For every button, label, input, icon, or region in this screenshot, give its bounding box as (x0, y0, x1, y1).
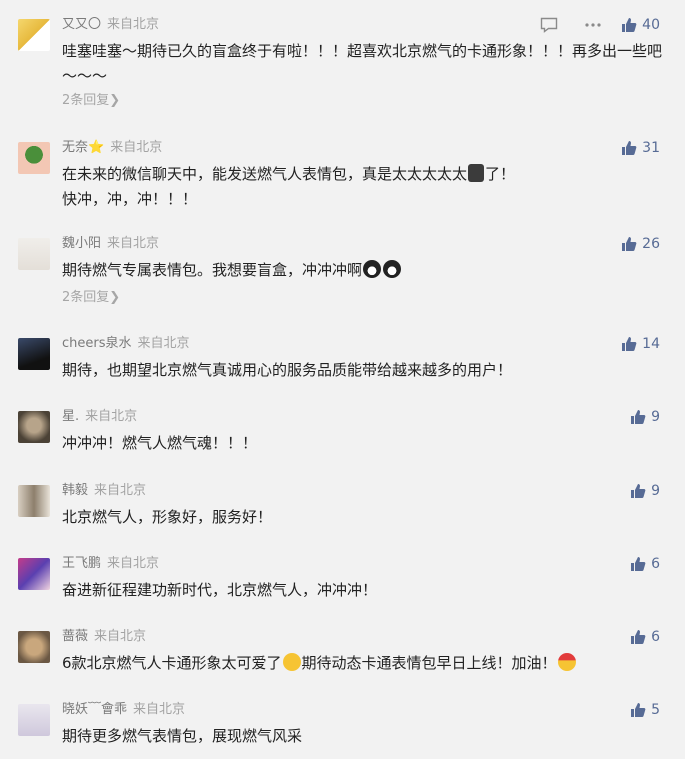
view-replies-link[interactable]: 2条回复❯ (62, 92, 120, 110)
comment-text: 冲冲冲！燃气人燃气魂！！！ (62, 434, 258, 452)
comment-meta: 韩毅 来自北京 (62, 482, 146, 500)
nickname[interactable]: cheers泉水 (62, 336, 132, 351)
thumb-up-icon (622, 337, 637, 351)
like-button[interactable]: 6 (630, 555, 660, 573)
cheer-emoji-icon (557, 653, 576, 671)
comment-text: 期待，也期望北京燃气真诚用心的服务品质能带给越来越多的用户！ (62, 361, 513, 379)
avatar[interactable] (18, 631, 50, 663)
location-tag: 来自北京 (137, 336, 190, 351)
comment-meta: 蔷薇 来自北京 (62, 628, 146, 646)
like-count: 40 (642, 17, 660, 33)
location-tag: 来自北京 (133, 702, 186, 717)
avatar[interactable] (18, 338, 50, 370)
like-count: 9 (651, 483, 660, 499)
comment-text: 奋进新征程建功新时代，北京燃气人，冲冲冲！ (62, 581, 378, 599)
avatar[interactable] (18, 238, 50, 270)
like-button[interactable]: 5 (630, 701, 660, 719)
reply-icon[interactable] (540, 17, 558, 33)
comment-meta: 晓妖﹋會乖 来自北京 (62, 701, 185, 719)
trophy-icon (468, 164, 485, 182)
thumb-up-icon (631, 557, 646, 571)
location-tag: 来自北京 (110, 140, 163, 155)
nickname[interactable]: 无奈⭐ (62, 140, 104, 155)
like-button[interactable]: 26 (621, 235, 660, 253)
comment-meta: cheers泉水 来自北京 (62, 335, 190, 353)
thumb-up-icon (622, 141, 637, 155)
location-tag: 来自北京 (85, 409, 138, 424)
like-count: 6 (651, 629, 660, 645)
avatar[interactable] (18, 558, 50, 590)
location-tag: 来自北京 (94, 483, 147, 498)
thumb-up-icon (631, 703, 646, 717)
thumb-up-icon (631, 630, 646, 644)
like-button[interactable]: 9 (630, 482, 660, 500)
comment-text: 哇塞哇塞～期待已久的盲盒终于有啦！！！超喜欢北京燃气的卡通形象！！！再多出一些吧… (62, 42, 663, 85)
avatar[interactable] (18, 142, 50, 174)
comment-meta: 王飞鹏 来自北京 (62, 555, 159, 573)
comment-text: 期待更多燃气表情包，展现燃气风采 (62, 727, 303, 745)
like-count: 14 (642, 336, 660, 352)
nickname[interactable]: 星. (62, 409, 79, 424)
avatar[interactable] (18, 704, 50, 736)
like-button[interactable]: 6 (630, 628, 660, 646)
nickname[interactable]: 韩毅 (62, 483, 88, 498)
location-tag: 来自北京 (94, 629, 147, 644)
comment-actions (540, 17, 602, 33)
location-tag: 来自北京 (107, 236, 160, 251)
nickname[interactable]: 蔷薇 (62, 629, 88, 644)
face-emoji-icon (282, 653, 301, 671)
nickname[interactable]: 晓妖﹋會乖 (62, 702, 127, 717)
nickname[interactable]: 王飞鹏 (62, 556, 101, 571)
like-button[interactable]: 14 (621, 335, 660, 353)
comment-meta: 又又〇 来自北京 (62, 16, 159, 34)
like-count: 5 (651, 702, 660, 718)
comment-meta: 无奈⭐ 来自北京 (62, 139, 162, 157)
like-count: 31 (642, 140, 660, 156)
penguin-emoji-icon (363, 260, 382, 278)
like-button[interactable]: 40 (621, 16, 660, 34)
location-tag: 来自北京 (107, 556, 160, 571)
like-count: 6 (651, 556, 660, 572)
comment-text: 北京燃气人，形象好，服务好！ (62, 508, 273, 526)
avatar[interactable] (18, 411, 50, 443)
thumb-up-icon (622, 18, 637, 32)
nickname[interactable]: 又又〇 (62, 17, 101, 32)
comment-text: 在未来的微信聊天中，能发送燃气人表情包，真是太太太太太 了！ 快冲，冲，冲！！！ (62, 164, 516, 208)
like-count: 9 (651, 409, 660, 425)
comment-meta: 魏小阳 来自北京 (62, 235, 159, 253)
avatar[interactable] (18, 19, 50, 51)
view-replies-link[interactable]: 2条回复❯ (62, 289, 120, 307)
thumb-up-icon (622, 237, 637, 251)
like-count: 26 (642, 236, 660, 252)
thumb-up-icon (631, 484, 646, 498)
location-tag: 来自北京 (107, 17, 160, 32)
avatar[interactable] (18, 485, 50, 517)
thumb-up-icon (631, 410, 646, 424)
comment-text: 6款北京燃气人卡通形象太可爱了 期待动态卡通表情包早日上线！加油！ (62, 651, 662, 676)
nickname[interactable]: 魏小阳 (62, 236, 101, 251)
like-button[interactable]: 31 (621, 139, 660, 157)
comment-meta: 星. 来自北京 (62, 408, 137, 426)
more-icon[interactable] (584, 17, 602, 33)
penguin-emoji-icon (383, 260, 402, 278)
like-button[interactable]: 9 (630, 408, 660, 426)
comment-text: 期待燃气专属表情包。我想要盲盒，冲冲冲啊 (62, 258, 662, 283)
